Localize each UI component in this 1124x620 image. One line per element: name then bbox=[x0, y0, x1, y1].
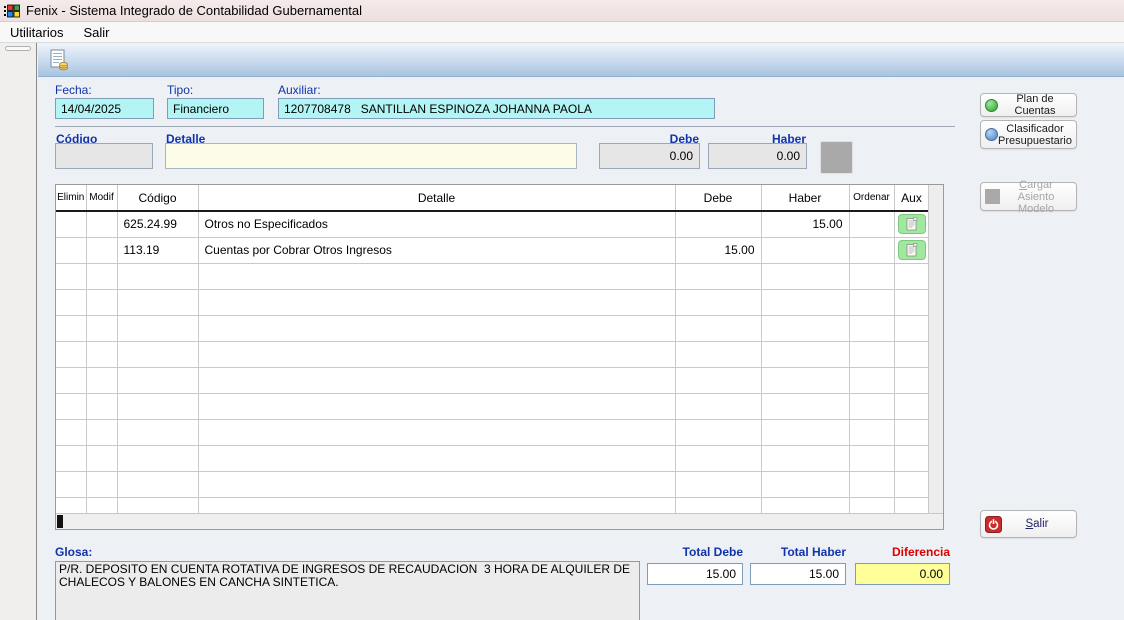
menu-item-utilitarios[interactable]: Utilitarios bbox=[0, 23, 73, 42]
table-row-empty bbox=[56, 393, 929, 419]
green-sphere-icon bbox=[985, 99, 998, 112]
window-titlebar: Fenix - Sistema Integrado de Contabilida… bbox=[0, 0, 1124, 22]
cell-codigo: 625.24.99 bbox=[117, 211, 198, 237]
header-modif: Modif bbox=[86, 185, 117, 211]
total-haber-field bbox=[750, 563, 846, 585]
horizontal-scrollbar[interactable] bbox=[56, 513, 943, 529]
header-detalle: Detalle bbox=[198, 185, 675, 211]
notepad-icon bbox=[906, 243, 918, 257]
table-row-empty bbox=[56, 419, 929, 445]
entries-grid: Elimin Modif Código Detalle Debe Haber O… bbox=[55, 184, 944, 530]
new-entry-document-icon[interactable] bbox=[46, 47, 72, 73]
cell-haber bbox=[761, 237, 849, 263]
auxiliar-input[interactable] bbox=[278, 98, 715, 119]
cell-detalle: Otros no Especificados bbox=[198, 211, 675, 237]
table-header-row: Elimin Modif Código Detalle Debe Haber O… bbox=[56, 185, 929, 211]
header-haber: Haber bbox=[761, 185, 849, 211]
glosa-label: Glosa: bbox=[55, 545, 92, 559]
clasificador-presupuestario-button[interactable]: Clasificador Presupuestario bbox=[980, 120, 1077, 149]
grid-body: 625.24.99 Otros no Especificados 15.00 bbox=[56, 211, 929, 523]
cell-debe bbox=[675, 211, 761, 237]
salir-button[interactable]: Salir bbox=[980, 510, 1077, 538]
fecha-input[interactable] bbox=[55, 98, 154, 119]
entries-table: Elimin Modif Código Detalle Debe Haber O… bbox=[56, 185, 930, 524]
gray-square-icon bbox=[985, 189, 1000, 204]
aux-button[interactable] bbox=[898, 240, 926, 260]
total-haber-label: Total Haber bbox=[750, 545, 846, 559]
cell-haber: 15.00 bbox=[761, 211, 849, 237]
glosa-textarea[interactable]: P/R. DEPOSITO EN CUENTA ROTATIVA DE INGR… bbox=[55, 561, 640, 620]
diferencia-label: Diferencia bbox=[855, 545, 950, 559]
table-row-empty bbox=[56, 471, 929, 497]
table-row-empty bbox=[56, 315, 929, 341]
cell-detalle: Cuentas por Cobrar Otros Ingresos bbox=[198, 237, 675, 263]
vertical-scrollbar[interactable] bbox=[928, 185, 943, 514]
table-row[interactable]: 113.19 Cuentas por Cobrar Otros Ingresos… bbox=[56, 237, 929, 263]
codigo-input[interactable] bbox=[55, 143, 153, 169]
blue-sphere-icon bbox=[985, 128, 998, 141]
table-row-empty bbox=[56, 367, 929, 393]
left-panel bbox=[0, 43, 37, 620]
table-row-empty bbox=[56, 445, 929, 471]
total-debe-field bbox=[647, 563, 743, 585]
haber-input[interactable] bbox=[708, 143, 807, 169]
table-row-empty bbox=[56, 341, 929, 367]
header-elimin: Elimin bbox=[56, 185, 86, 211]
auxiliar-label: Auxiliar: bbox=[278, 83, 321, 97]
header-aux: Aux bbox=[894, 185, 929, 211]
section-separator bbox=[55, 126, 955, 127]
table-row[interactable]: 625.24.99 Otros no Especificados 15.00 bbox=[56, 211, 929, 237]
window-title: Fenix - Sistema Integrado de Contabilida… bbox=[26, 3, 362, 18]
power-icon bbox=[985, 516, 1002, 533]
diferencia-field bbox=[855, 563, 950, 585]
fecha-label: Fecha: bbox=[55, 83, 92, 97]
header-ordenar: Ordenar bbox=[849, 185, 894, 211]
cargar-asiento-modelo-button[interactable]: Cargar Asiento Modelo bbox=[980, 182, 1077, 211]
h-scrollbar-thumb[interactable] bbox=[57, 515, 63, 528]
add-entry-button[interactable] bbox=[820, 141, 853, 174]
splitter-grip[interactable] bbox=[5, 46, 31, 51]
menubar: Utilitarios Salir bbox=[0, 22, 1124, 43]
windows-flag-icon bbox=[4, 3, 20, 19]
notepad-icon bbox=[906, 217, 918, 231]
detalle-input[interactable] bbox=[165, 143, 577, 169]
tipo-label: Tipo: bbox=[167, 83, 193, 97]
cell-codigo: 113.19 bbox=[117, 237, 198, 263]
cell-debe: 15.00 bbox=[675, 237, 761, 263]
debe-input[interactable] bbox=[599, 143, 700, 169]
plan-de-cuentas-button[interactable]: Plan de Cuentas bbox=[980, 93, 1077, 117]
total-debe-label: Total Debe bbox=[647, 545, 743, 559]
table-row-empty bbox=[56, 263, 929, 289]
header-codigo: Código bbox=[117, 185, 198, 211]
table-row-empty bbox=[56, 289, 929, 315]
aux-button[interactable] bbox=[898, 214, 926, 234]
menu-item-salir[interactable]: Salir bbox=[73, 23, 119, 42]
header-debe: Debe bbox=[675, 185, 761, 211]
tipo-input[interactable] bbox=[167, 98, 264, 119]
toolbar bbox=[38, 43, 1124, 77]
